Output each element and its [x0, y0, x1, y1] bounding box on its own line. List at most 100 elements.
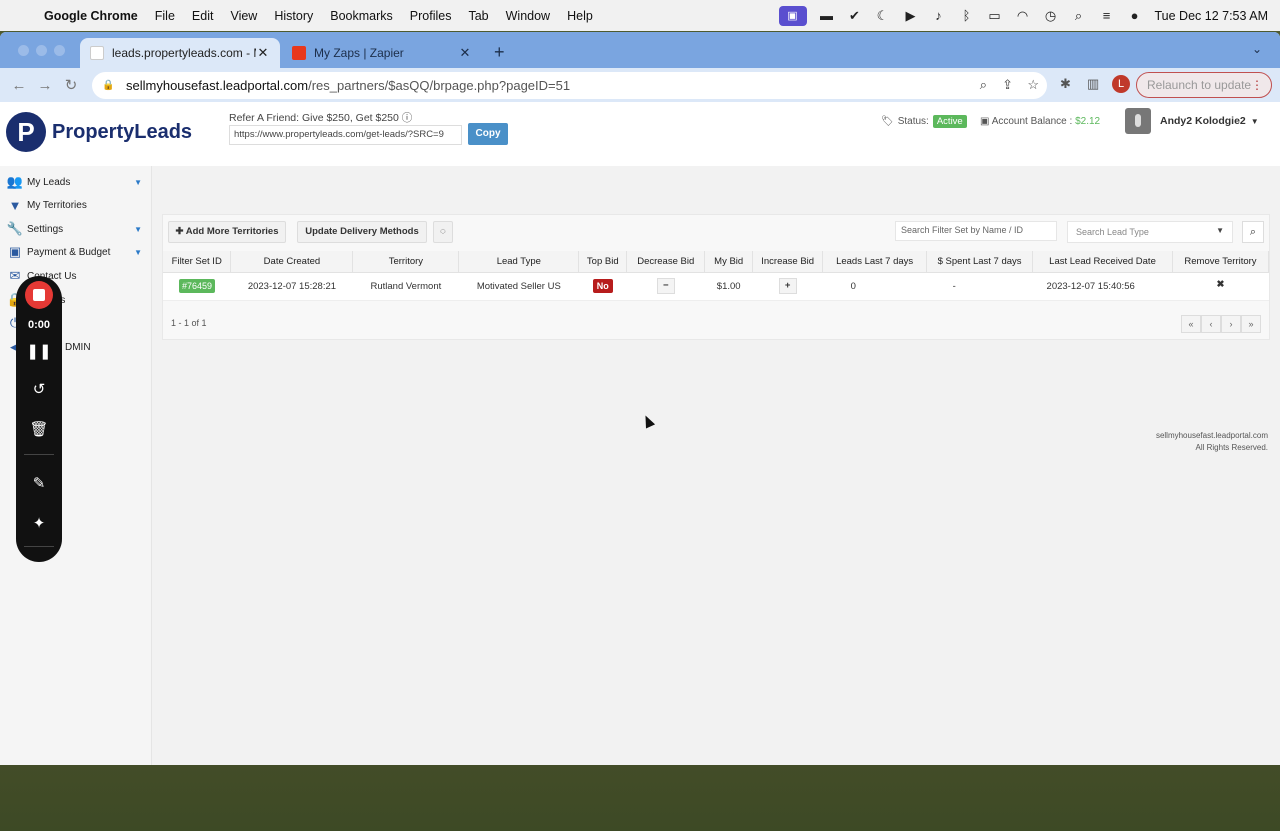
menu-view[interactable]: View — [230, 9, 257, 23]
share-icon[interactable]: ⇪ — [1002, 77, 1013, 93]
tab-propertyleads[interactable]: leads.propertyleads.com - My ✕ — [80, 38, 280, 68]
play-icon[interactable]: ▶ — [903, 8, 919, 23]
add-territories-button[interactable]: ✚ Add More Territories — [168, 221, 286, 243]
extensions-puzzle-icon[interactable]: ✱ — [1060, 76, 1071, 92]
magic-wand-icon[interactable]: ✦ — [16, 514, 62, 532]
minimize-window-icon[interactable] — [36, 45, 47, 56]
relaunch-button[interactable]: Relaunch to update ⋮ — [1136, 72, 1272, 98]
money-icon: ▣ — [8, 244, 22, 259]
menu-help[interactable]: Help — [567, 9, 593, 23]
spotlight-icon[interactable]: ⌕ — [1071, 8, 1087, 23]
bluetooth-icon[interactable]: ᛒ — [959, 8, 975, 23]
column-header[interactable]: Top Bid — [578, 251, 628, 273]
refer-label: Refer A Friend: Give $250, Get $250 ⓘ — [229, 112, 413, 124]
new-tab-icon[interactable]: + — [494, 42, 505, 63]
menu-file[interactable]: File — [155, 9, 175, 23]
clock-icon[interactable]: ◷ — [1043, 8, 1059, 23]
column-header[interactable]: Lead Type — [458, 251, 580, 273]
menu-history[interactable]: History — [274, 9, 313, 23]
tab-search-chevron-icon[interactable]: ⌄ — [1252, 42, 1262, 56]
filter-set-search-input[interactable]: Search Filter Set by Name / ID — [895, 221, 1057, 241]
refer-url-field[interactable]: https://www.propertyleads.com/get-leads/… — [229, 125, 462, 145]
control-center-icon[interactable]: ≡ — [1099, 8, 1115, 23]
column-header[interactable]: Increase Bid — [752, 251, 824, 273]
stop-record-icon[interactable] — [25, 281, 53, 309]
volume-icon[interactable]: ♪ — [931, 8, 947, 23]
sidebar-item-my-territories[interactable]: ▼ My Territories — [0, 194, 152, 216]
last-page-icon[interactable]: » — [1241, 315, 1261, 333]
minus-icon[interactable]: − — [656, 278, 675, 294]
column-header[interactable]: Last Lead Received Date — [1032, 251, 1173, 273]
restart-icon[interactable]: ↺ — [16, 380, 62, 398]
forward-arrow-icon[interactable]: → — [32, 77, 58, 94]
sidebar-item-settings[interactable]: 🔧 Settings ▼ — [0, 218, 152, 240]
column-header[interactable]: Date Created — [230, 251, 354, 273]
users-icon: 👥 — [6, 174, 24, 189]
column-header[interactable]: Filter Set ID — [163, 251, 232, 273]
menu-tab[interactable]: Tab — [468, 9, 488, 23]
territory-cell: Rutland Vermont — [352, 272, 459, 301]
next-page-icon[interactable]: › — [1221, 315, 1241, 333]
tab-close-icon[interactable]: ✕ — [256, 45, 270, 61]
relaunch-label: Relaunch to update — [1147, 78, 1252, 92]
update-delivery-button[interactable]: Update Delivery Methods — [297, 221, 427, 243]
tab-close-icon[interactable]: ✕ — [458, 45, 472, 61]
address-bar[interactable]: 🔒 sellmyhousefast.leadportal.com/res_par… — [92, 72, 1047, 99]
pause-icon[interactable]: ❚❚ — [16, 342, 62, 360]
filter-set-id-badge[interactable]: #76459 — [178, 278, 215, 293]
user-name: Andy2 Kolodgie2 — [1160, 115, 1246, 127]
trash-icon[interactable]: 🗑 — [16, 420, 62, 438]
check-icon[interactable]: ✔ — [847, 8, 863, 23]
copy-button[interactable]: Copy — [468, 123, 508, 145]
menu-window[interactable]: Window — [506, 9, 550, 23]
close-icon[interactable]: ✖ — [1211, 278, 1229, 294]
column-header[interactable]: Territory — [352, 251, 460, 273]
info-icon[interactable]: ⓘ — [402, 112, 413, 124]
column-header[interactable]: Remove Territory — [1172, 251, 1270, 273]
bookmark-star-icon[interactable]: ☆ — [1027, 77, 1039, 93]
keyboard-icon[interactable]: ▬ — [819, 8, 835, 23]
side-panel-icon[interactable]: ▥ — [1087, 76, 1099, 92]
eye-slash-icon[interactable]: ◌ — [433, 221, 453, 243]
menu-profiles[interactable]: Profiles — [410, 9, 452, 23]
column-header[interactable]: $ Spent Last 7 days — [926, 251, 1034, 273]
remove-territory-cell: ✖ — [1172, 272, 1269, 301]
menu-bookmarks[interactable]: Bookmarks — [330, 9, 393, 23]
lock-icon[interactable]: 🔒 — [102, 80, 114, 91]
zoom-window-icon[interactable] — [54, 45, 65, 56]
user-menu[interactable]: Andy2 Kolodgie2 ▼ — [1125, 108, 1259, 134]
tab-label: leads.propertyleads.com - My — [112, 46, 256, 60]
screen-record-icon[interactable]: ▣ — [778, 5, 807, 26]
menubar-clock[interactable]: Tue Dec 12 7:53 AM — [1155, 9, 1269, 23]
zoom-lens-icon[interactable]: ⌕ — [980, 77, 987, 93]
profile-avatar[interactable]: L — [1112, 75, 1130, 93]
tab-zapier[interactable]: My Zaps | Zapier ✕ — [282, 38, 482, 68]
envelope-icon: ✉ — [9, 268, 21, 283]
menu-edit[interactable]: Edit — [192, 9, 214, 23]
more-menu-icon[interactable]: ⋮ — [1251, 73, 1263, 97]
column-header[interactable]: Leads Last 7 days — [822, 251, 928, 273]
close-window-icon[interactable] — [18, 45, 29, 56]
prev-page-icon[interactable]: ‹ — [1201, 315, 1221, 333]
wifi-icon[interactable]: ◠ — [1015, 8, 1031, 23]
reload-icon[interactable]: ↻ — [58, 76, 84, 94]
lead-type-select[interactable]: Search Lead Type ▼ — [1067, 221, 1233, 243]
moon-icon[interactable]: ☾ — [875, 8, 891, 23]
battery-icon[interactable]: ▭ — [987, 8, 1003, 23]
apple-icon[interactable] — [16, 9, 30, 23]
sidebar-item-my-leads[interactable]: 👥 My Leads ▼ — [0, 171, 152, 193]
column-header[interactable]: Decrease Bid — [626, 251, 706, 273]
back-arrow-icon[interactable]: ← — [6, 77, 32, 94]
pen-icon[interactable]: ✎ — [16, 474, 62, 492]
plus-icon[interactable]: + — [778, 278, 797, 294]
search-icon[interactable]: ⌕ — [1242, 221, 1264, 243]
siri-icon[interactable]: ● — [1127, 8, 1143, 23]
increase-bid-cell: + — [752, 272, 823, 301]
first-page-icon[interactable]: « — [1181, 315, 1201, 333]
column-header[interactable]: My Bid — [704, 251, 754, 273]
page-favicon-icon — [90, 46, 104, 60]
money-icon: ▣ — [980, 116, 990, 127]
logo[interactable]: P PropertyLeads — [6, 112, 192, 152]
sidebar-item-payment[interactable]: ▣ Payment & Budget ▼ — [0, 241, 152, 263]
menu-app-name[interactable]: Google Chrome — [44, 9, 138, 23]
